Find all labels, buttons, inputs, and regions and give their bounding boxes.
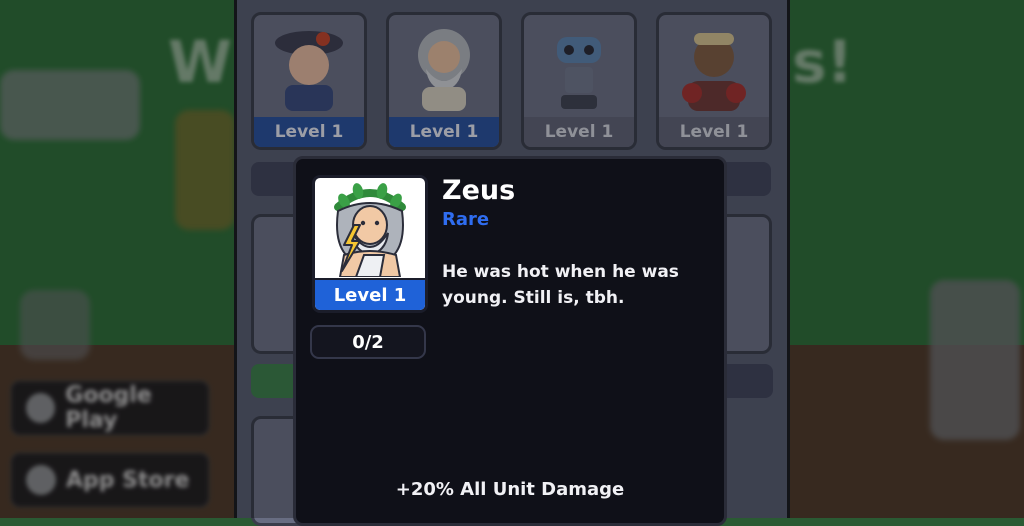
hero-detail-modal: Level 1 0/2 Zeus Rare He was hot when he…: [293, 156, 727, 526]
zeus-portrait-icon: [315, 178, 425, 280]
hero-description: He was hot when he was young. Still is, …: [442, 262, 679, 308]
hero-progress-counter: 0/2: [310, 325, 426, 359]
hero-rarity: Rare: [442, 209, 490, 230]
hero-name: Zeus: [442, 175, 516, 206]
hero-level-label: Level 1: [315, 278, 425, 310]
hero-card: Level 1: [312, 175, 428, 313]
hero-bonus: +20% All Unit Damage: [395, 479, 625, 500]
